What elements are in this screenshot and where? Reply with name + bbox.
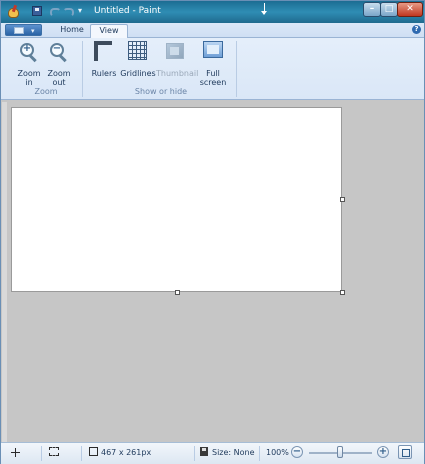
rulers-checkbox[interactable]: Rulers [88, 39, 120, 83]
zoom-out-button-status[interactable]: − [291, 446, 303, 458]
selection-size-icon [49, 447, 59, 456]
gridlines-icon [128, 41, 147, 60]
gridlines-label: Gridlines [120, 69, 156, 78]
tab-home[interactable]: Home [53, 24, 91, 37]
status-bar: 467 x 261px Size: None 100% − + [1, 442, 424, 464]
mouse-cursor-icon [261, 3, 267, 15]
close-button[interactable]: ✕ [397, 2, 423, 17]
chevron-down-icon: ▾ [31, 27, 35, 35]
thumbnail-checkbox[interactable]: Thumbnail [156, 39, 199, 83]
full-screen-label: Full [206, 69, 220, 78]
status-separator [41, 446, 42, 461]
zoom-in-icon: + [20, 43, 37, 63]
image-dimensions: 467 x 261px [101, 448, 152, 457]
title-bar: ▾ Untitled - Paint – □ ✕ [1, 1, 424, 24]
image-size-icon [89, 447, 98, 456]
resize-handle-right[interactable] [340, 197, 345, 202]
rulers-label: Rulers [91, 69, 117, 78]
thumbnail-label: Thumbnail [156, 69, 199, 78]
customize-quick-access-button[interactable]: ▾ [78, 6, 90, 18]
gridlines-checkbox[interactable]: Gridlines [120, 39, 156, 83]
resize-handle-corner[interactable] [340, 290, 345, 295]
group-separator [82, 41, 83, 97]
undo-icon[interactable] [49, 7, 61, 17]
save-icon[interactable] [31, 5, 43, 17]
ribbon: ▾ Home View ? + Zoom in − Zoom out Zoom … [1, 23, 424, 100]
file-size-icon [200, 447, 208, 456]
zoom-level: 100% [266, 448, 289, 457]
zoom-out-icon: − [50, 43, 67, 63]
zoom-slider-thumb[interactable] [337, 446, 343, 458]
resize-handle-bottom[interactable] [175, 290, 180, 295]
maximize-button[interactable]: □ [380, 2, 398, 17]
group-separator [236, 41, 237, 97]
window-title: Untitled - Paint [94, 6, 161, 16]
help-icon[interactable]: ? [412, 25, 421, 34]
drawing-canvas[interactable] [11, 107, 342, 292]
paint-app-icon[interactable] [7, 4, 19, 18]
ribbon-tabstrip: ▾ Home View ? [1, 23, 424, 38]
file-size: Size: None [212, 448, 255, 457]
paint-window: ▾ Untitled - Paint – □ ✕ ▾ Home View ? +… [0, 0, 425, 464]
document-icon [14, 27, 24, 34]
zoom-out-label: Zoom [47, 69, 71, 78]
thumbnail-icon [166, 43, 184, 59]
cursor-position-icon [11, 448, 20, 457]
full-screen-button[interactable]: Full screen [197, 39, 229, 95]
zoom-in-label-line2: in [25, 78, 33, 87]
tab-view[interactable]: View [90, 24, 128, 38]
full-screen-icon [203, 41, 223, 58]
status-separator [259, 446, 260, 461]
paint-menu-button[interactable]: ▾ [5, 24, 42, 36]
group-label-zoom: Zoom [34, 87, 58, 96]
fit-to-window-icon[interactable] [398, 445, 412, 459]
minimize-button[interactable]: – [363, 2, 381, 17]
ruler-icon [94, 41, 112, 61]
full-screen-label-line2: screen [199, 78, 227, 87]
canvas-workspace[interactable] [7, 102, 424, 442]
zoom-out-label-line2: out [52, 78, 66, 87]
zoom-in-label: Zoom [17, 69, 41, 78]
redo-icon[interactable] [62, 7, 72, 15]
zoom-in-button-status[interactable]: + [377, 446, 389, 458]
status-separator [194, 446, 195, 461]
status-separator [81, 446, 82, 461]
